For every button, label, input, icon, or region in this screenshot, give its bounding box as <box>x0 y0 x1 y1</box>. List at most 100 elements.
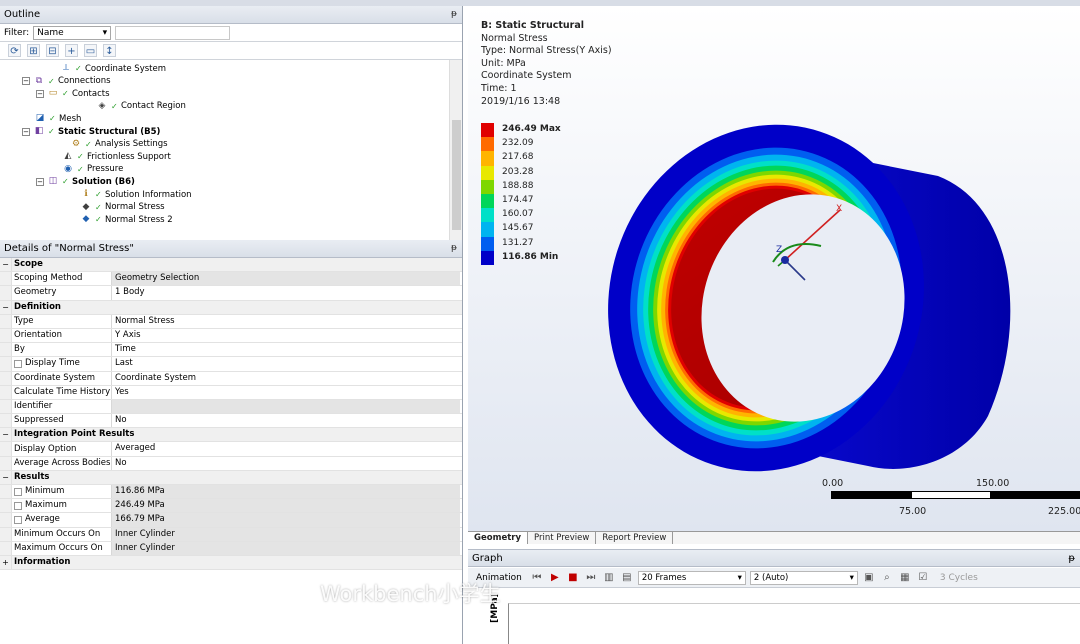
parameter-checkbox[interactable] <box>14 487 22 496</box>
filter-search-input[interactable] <box>115 25 231 40</box>
details-value[interactable]: Time <box>112 343 460 356</box>
details-row[interactable]: Maximum Occurs On Inner Cylinder <box>0 541 462 556</box>
details-value[interactable]: 166.79 MPa <box>112 513 460 527</box>
scrollbar-thumb[interactable] <box>452 120 461 230</box>
parameter-checkbox[interactable] <box>14 359 22 368</box>
details-label: Coordinate System <box>12 371 112 385</box>
details-row[interactable]: Average 166.79 MPa <box>0 513 462 528</box>
details-value[interactable]: Coordinate System <box>112 372 460 385</box>
checkbox-icon[interactable]: ☑ <box>916 571 930 585</box>
parameter-checkbox[interactable] <box>14 515 22 524</box>
tree-item[interactable]: ◈ ✓ Contact Region <box>96 100 186 113</box>
details-row[interactable]: Orientation Y Axis <box>0 328 462 344</box>
tree-item[interactable]: ◉ ✓ Pressure <box>62 163 123 176</box>
frames-dropdown[interactable]: 20 Frames ▾ <box>637 570 746 585</box>
details-row[interactable]: Geometry 1 Body <box>0 286 462 301</box>
tree-item[interactable]: ◆ ✓ Normal Stress <box>80 201 165 214</box>
play-icon[interactable]: ▶ <box>548 571 562 585</box>
tab-geometry[interactable]: Geometry <box>468 532 528 544</box>
result-sets-icon[interactable]: ▤ <box>620 571 634 585</box>
tab-print-preview[interactable]: Print Preview <box>528 532 597 544</box>
details-row[interactable]: By Time <box>0 343 462 358</box>
collapse-tree-icon[interactable]: ⊟ <box>46 44 59 57</box>
parameter-checkbox[interactable] <box>14 501 22 510</box>
details-value[interactable]: No <box>112 457 460 470</box>
tree-scrollbar[interactable] <box>449 60 462 240</box>
tree-item[interactable]: ⟂ ✓ Coordinate System <box>60 62 166 75</box>
collapse-icon[interactable]: − <box>36 177 44 186</box>
grid-icon[interactable]: ▦ <box>898 571 912 585</box>
details-row[interactable]: Minimum Occurs On Inner Cylinder <box>0 527 462 542</box>
details-row[interactable]: Identifier <box>0 399 462 415</box>
tree-item[interactable]: ◭ ✓ Frictionless Support <box>62 150 171 163</box>
filter-dropdown[interactable]: Name ▾ <box>33 25 112 40</box>
export-video-icon[interactable]: ▣ <box>862 571 876 585</box>
stop-icon[interactable]: ■ <box>566 571 580 585</box>
time-dropdown[interactable]: 2 (Auto) ▾ <box>749 570 858 585</box>
distributed-icon[interactable]: ▥ <box>602 571 616 585</box>
details-value[interactable]: Last <box>112 357 460 370</box>
tree-item[interactable]: − ⧉ ✓ Connections <box>22 75 111 88</box>
rewind-icon[interactable]: ⏮ <box>530 571 544 585</box>
details-value[interactable]: Y Axis <box>112 329 460 342</box>
tree-item[interactable]: − ◧ ✓ Static Structural (B5) <box>22 125 160 138</box>
pin-icon[interactable]: ᵽ <box>1068 553 1075 564</box>
details-value[interactable]: Inner Cylinder <box>112 541 460 555</box>
details-row[interactable]: Calculate Time History Yes <box>0 385 462 400</box>
details-row[interactable]: Coordinate System Coordinate System <box>0 371 462 386</box>
expand-tree-icon[interactable]: ⊞ <box>27 44 40 57</box>
details-row[interactable]: Minimum 116.86 MPa <box>0 485 462 500</box>
details-value[interactable]: 116.86 MPa <box>112 485 460 499</box>
cylinder-model[interactable]: X Z <box>468 6 1080 531</box>
graphics-viewport[interactable]: B: Static Structural Normal Stress Type: N… <box>468 6 1080 531</box>
expand-icon[interactable]: + <box>0 555 12 570</box>
tree-item-label: Solution (B6) <box>72 176 135 187</box>
collapse-icon[interactable]: − <box>0 258 12 272</box>
details-row[interactable]: Display Time Last <box>0 357 462 372</box>
collapse-icon[interactable]: − <box>0 428 12 442</box>
graph-area[interactable]: [MPa] <box>468 589 1080 644</box>
tree-item[interactable]: ◆ ✓ Normal Stress 2 <box>80 213 173 226</box>
details-row[interactable]: Type Normal Stress <box>0 314 462 329</box>
forward-icon[interactable]: ⏭ <box>584 571 598 585</box>
collapse-icon[interactable]: − <box>22 127 30 136</box>
tab-report-preview[interactable]: Report Preview <box>596 532 674 544</box>
collapse-icon[interactable]: − <box>0 470 12 484</box>
details-label-text: Maximum Occurs On <box>14 542 103 553</box>
details-value[interactable]: No <box>112 414 460 427</box>
details-row[interactable]: Display Option Averaged <box>0 442 462 457</box>
details-value[interactable] <box>112 399 460 414</box>
collapse-icon[interactable]: − <box>22 77 30 86</box>
pin-icon[interactable]: ᵽ <box>451 9 457 19</box>
details-value[interactable]: Averaged <box>112 442 460 455</box>
details-row[interactable]: Scoping Method Geometry Selection <box>0 272 462 287</box>
plus-icon[interactable]: + <box>65 44 78 57</box>
details-value[interactable]: Inner Cylinder <box>112 527 460 541</box>
details-category[interactable]: + Information <box>0 555 462 571</box>
details-value[interactable]: 246.49 MPa <box>112 499 460 513</box>
pin-icon[interactable]: ᵽ <box>451 243 457 253</box>
zoom-icon[interactable]: ⌕ <box>880 571 894 585</box>
details-row[interactable]: Average Across Bodies No <box>0 456 462 471</box>
folder-icon[interactable]: ▭ <box>84 44 97 57</box>
details-value[interactable]: Normal Stress <box>112 315 460 328</box>
details-row[interactable]: Maximum 246.49 MPa <box>0 499 462 514</box>
details-value[interactable]: 1 Body <box>112 286 460 299</box>
details-category[interactable]: − Integration Point Results <box>0 428 462 443</box>
refresh-icon[interactable]: ⟳ <box>8 44 21 57</box>
details-category[interactable]: − Definition <box>0 300 462 315</box>
tree-item[interactable]: ◪ ✓ Mesh <box>34 112 82 125</box>
tree-item[interactable]: − ◫ ✓ Solution (B6) <box>36 175 135 188</box>
sort-icon[interactable]: ↕ <box>103 44 116 57</box>
details-value[interactable]: Yes <box>112 386 460 399</box>
details-category[interactable]: − Scope <box>0 258 462 273</box>
collapse-icon[interactable]: − <box>0 300 12 314</box>
details-value[interactable]: Geometry Selection <box>112 272 460 286</box>
details-category[interactable]: − Results <box>0 470 462 485</box>
tree-item[interactable]: − ▭ ✓ Contacts <box>36 87 110 100</box>
tree-item[interactable]: ⚙ ✓ Analysis Settings <box>70 138 168 151</box>
collapse-icon[interactable]: − <box>36 89 44 98</box>
details-row[interactable]: Suppressed No <box>0 414 462 429</box>
result-icon: ◆ <box>82 214 90 225</box>
tree-item[interactable]: ℹ ✓ Solution Information <box>80 188 191 201</box>
